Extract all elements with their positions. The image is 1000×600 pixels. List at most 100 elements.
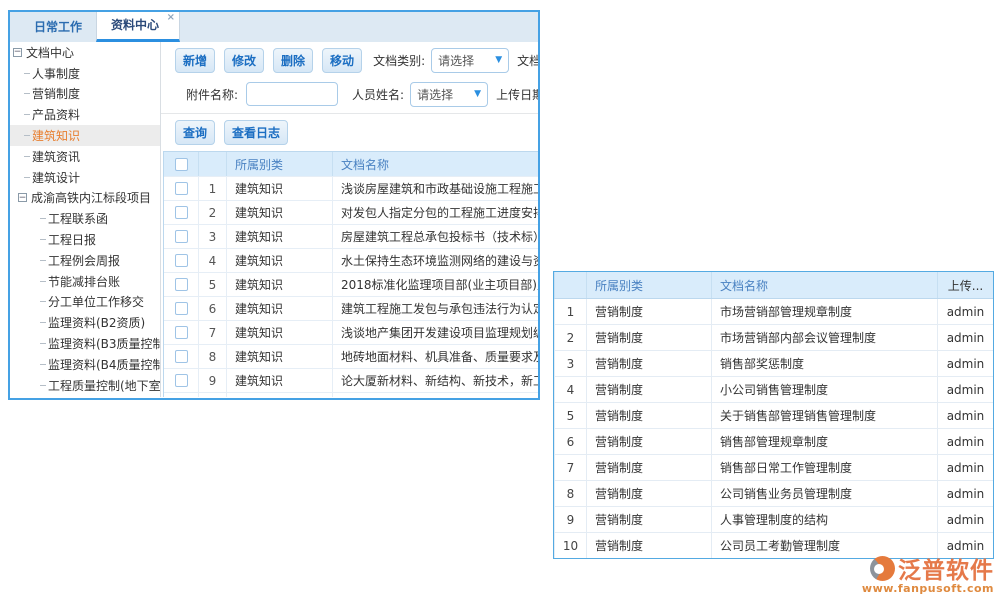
row-checkbox-cell (164, 249, 198, 272)
row-category: 建筑知识 (226, 321, 332, 344)
toolbar-button[interactable]: 移动 (322, 48, 362, 73)
tree-node-project[interactable]: − 成渝高铁内江标段项目 (10, 188, 160, 209)
row-category: 营销制度 (586, 351, 711, 376)
header-category: 所属别类 (226, 152, 332, 176)
table-row[interactable]: 9 建筑知识 论大厦新材料、新结构、新技术，新工... (164, 368, 538, 392)
row-checkbox-cell (164, 345, 198, 368)
table-row[interactable]: 1 营销制度 市场营销部管理规章制度 admin (554, 299, 993, 324)
attachment-name-input[interactable] (246, 82, 338, 106)
row-category: 建筑知识 (226, 393, 332, 397)
row-category: 营销制度 (586, 377, 711, 402)
tree-item[interactable]: 监理资料(B3质量控制) (10, 333, 160, 354)
table-row[interactable]: 5 建筑知识 2018标准化监理项目部(业主项目部)人员... (164, 272, 538, 296)
tree-item[interactable]: 监理资料(B2资质) (10, 312, 160, 333)
table-row[interactable]: 1 建筑知识 浅谈房屋建筑和市政基础设施工程施工... (164, 176, 538, 200)
close-icon[interactable]: × (167, 13, 175, 23)
row-doc-name: 大厦地下室加气砼墙砌筑工程的施工方... (332, 393, 538, 397)
tab-data-center[interactable]: 资料中心 × (96, 12, 180, 42)
row-checkbox[interactable] (175, 206, 188, 219)
query-button[interactable]: 查询 (175, 120, 215, 145)
collapse-icon[interactable]: − (18, 193, 27, 202)
table-row[interactable]: 7 建筑知识 浅谈地产集团开发建设项目监理规划编... (164, 320, 538, 344)
tree-item[interactable]: 工程质量控制(地下室) (10, 375, 160, 396)
row-number: 6 (198, 297, 226, 320)
tab-daily-work[interactable]: 日常工作 (20, 12, 96, 42)
tree-item[interactable]: 产品资料 (10, 104, 160, 125)
tree-item[interactable]: 节能减排台账 (10, 271, 160, 292)
table-row[interactable]: 2 营销制度 市场营销部内部会议管理制度 admin (554, 324, 993, 350)
row-doc-name: 小公司销售管理制度 (711, 377, 937, 402)
table-row[interactable]: 7 营销制度 销售部日常工作管理制度 admin (554, 454, 993, 480)
tree-item[interactable]: 建筑知识 (10, 125, 160, 146)
tree-item[interactable]: 人事制度 (10, 63, 160, 84)
tree-item[interactable]: 工程例会周报 (10, 250, 160, 271)
table-row[interactable]: 3 建筑知识 房屋建筑工程总承包投标书（技术标）... (164, 224, 538, 248)
row-doc-name: 市场营销部内部会议管理制度 (711, 325, 937, 350)
tree-item[interactable]: 工程日报 (10, 229, 160, 250)
row-checkbox[interactable] (175, 278, 188, 291)
table-row[interactable]: 8 建筑知识 地砖地面材料、机具准备、质量要求及... (164, 344, 538, 368)
tree-item[interactable]: 营销制度 (10, 84, 160, 105)
action-toolbar: 新增 修改 删除 移动 文档类别: 请选择 ▼ 文档 (161, 48, 538, 72)
row-doc-name: 销售部日常工作管理制度 (711, 455, 937, 480)
row-checkbox[interactable] (175, 254, 188, 267)
row-checkbox-cell (164, 297, 198, 320)
doc-category-label: 文档类别: (373, 52, 425, 69)
toolbar-button[interactable]: 修改 (224, 48, 264, 73)
tree-item[interactable]: 监理资料(B4质量控制) (10, 354, 160, 375)
person-name-select[interactable]: 请选择 ▼ (410, 82, 488, 107)
tree-item[interactable]: 建筑设计 (10, 167, 160, 188)
tree-item[interactable]: 工程质量控制(...) (10, 396, 160, 397)
row-category: 建筑知识 (226, 177, 332, 200)
table-row[interactable]: 5 营销制度 关于销售部管理销售管理制度 admin (554, 402, 993, 428)
tree-level2-items: 工程联系函 工程日报 工程例会周报 节能减排台账 (10, 208, 160, 397)
toolbar-button[interactable]: 删除 (273, 48, 313, 73)
select-all-checkbox[interactable] (175, 158, 188, 171)
row-checkbox[interactable] (175, 230, 188, 243)
row-uploader: admin (937, 403, 993, 428)
document-tree-sidebar: − 文档中心 人事制度 营销制度 (10, 42, 161, 397)
table-row[interactable]: 4 营销制度 小公司销售管理制度 admin (554, 376, 993, 402)
row-number: 3 (198, 225, 226, 248)
documents-table: 所属别类 文档名称 1 建筑知识 浅谈房屋建筑和市政基础设施工程施工... (163, 151, 538, 397)
table-row[interactable]: 2 建筑知识 对发包人指定分包的工程施工进度安排... (164, 200, 538, 224)
tree-item-label: 节能减排台账 (48, 273, 120, 290)
row-number: 8 (198, 345, 226, 368)
row-checkbox-cell (164, 201, 198, 224)
row-checkbox[interactable] (175, 182, 188, 195)
marketing-docs-table: 所属别类 文档名称 上传... 1 营销制度 市场营销部管理规章制度 admin… (553, 271, 994, 559)
tree-item[interactable]: 工程联系函 (10, 208, 160, 229)
table-row[interactable]: 8 营销制度 公司销售业务员管理制度 admin (554, 480, 993, 506)
table-row[interactable]: 10 建筑知识 大厦地下室加气砼墙砌筑工程的施工方... (164, 392, 538, 397)
tree-item[interactable]: 建筑资讯 (10, 146, 160, 167)
row-checkbox[interactable] (175, 326, 188, 339)
table-body: 1 建筑知识 浅谈房屋建筑和市政基础设施工程施工... 2 建筑知识 对发包人指… (164, 176, 538, 397)
table-row[interactable]: 6 建筑知识 建筑工程施工发包与承包违法行为认定... (164, 296, 538, 320)
collapse-icon[interactable]: − (13, 48, 22, 57)
select-all-cell (164, 152, 198, 176)
tree-item-label: 产品资料 (32, 106, 80, 123)
query-button[interactable]: 查看日志 (224, 120, 288, 145)
table-row[interactable]: 9 营销制度 人事管理制度的结构 admin (554, 506, 993, 532)
header-category: 所属别类 (586, 272, 711, 298)
row-category: 建筑知识 (226, 369, 332, 392)
table-row[interactable]: 4 建筑知识 水土保持生态环境监测网络的建设与资... (164, 248, 538, 272)
brand-footer: 泛普软件 www.fanpusoft.com (842, 551, 994, 595)
row-checkbox[interactable] (175, 374, 188, 387)
person-name-label: 人员姓名: (352, 86, 404, 103)
table-row[interactable]: 6 营销制度 销售部管理规章制度 admin (554, 428, 993, 454)
row-doc-name: 论大厦新材料、新结构、新技术，新工... (332, 369, 538, 392)
table-header-row: 所属别类 文档名称 上传... (554, 272, 993, 299)
toolbar-button[interactable]: 新增 (175, 48, 215, 73)
tree-item-label: 工程质量控制(地下室) (48, 377, 160, 394)
row-number: 8 (554, 481, 586, 506)
tree-item[interactable]: 分工单位工作移交 (10, 292, 160, 313)
doc-category-select[interactable]: 请选择 ▼ (431, 48, 509, 73)
row-doc-name: 浅谈房屋建筑和市政基础设施工程施工... (332, 177, 538, 200)
row-checkbox[interactable] (175, 302, 188, 315)
tree-connector (40, 343, 46, 344)
table-row[interactable]: 3 营销制度 销售部奖惩制度 admin (554, 350, 993, 376)
row-checkbox[interactable] (175, 350, 188, 363)
tree-node-document-center[interactable]: − 文档中心 (10, 42, 160, 63)
tree-connector (24, 135, 30, 136)
